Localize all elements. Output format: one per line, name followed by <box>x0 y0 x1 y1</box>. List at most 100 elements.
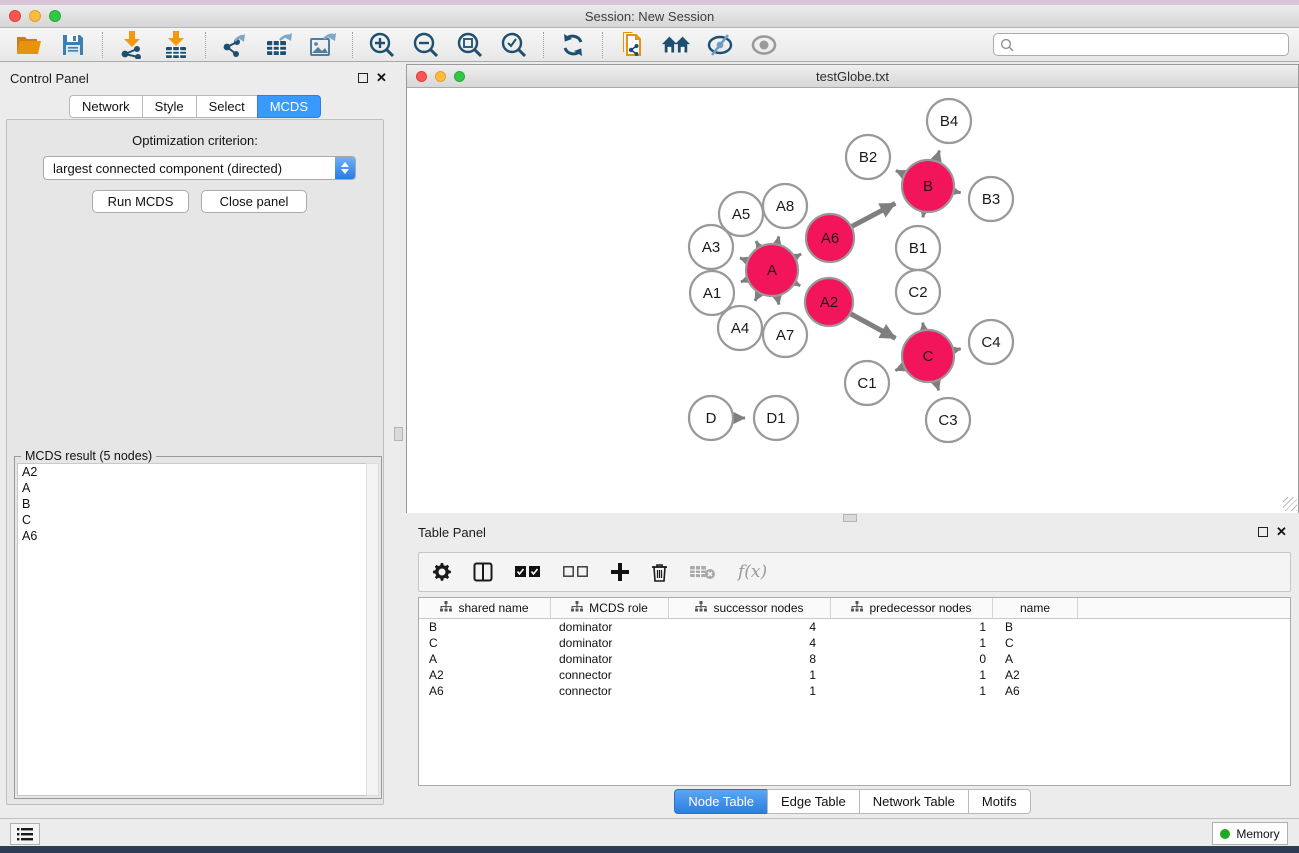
table-row[interactable]: A2connector11A2 <box>419 667 1290 683</box>
node-C3[interactable]: C3 <box>926 398 970 442</box>
import-table-icon[interactable] <box>161 31 191 59</box>
mcds-result-item[interactable]: C <box>18 512 366 528</box>
node-A1[interactable]: A1 <box>690 271 734 315</box>
table-cell[interactable]: A2 <box>993 668 1078 682</box>
column-header-shared-name[interactable]: shared name <box>419 598 551 618</box>
control-panel-float-icon[interactable] <box>358 73 368 83</box>
table-cell[interactable]: 1 <box>831 668 993 682</box>
node-A5[interactable]: A5 <box>719 192 763 236</box>
zoom-in-icon[interactable] <box>367 31 397 59</box>
table-tab-network-table[interactable]: Network Table <box>859 789 968 814</box>
network-window-titlebar[interactable]: testGlobe.txt <box>407 65 1298 88</box>
network-canvas[interactable]: ABCA6A2A1A3A4A5A7A8B1B2B3B4C1C2C3C4DD1 <box>407 89 1298 513</box>
zoom-fit-icon[interactable] <box>455 31 485 59</box>
export-table-icon[interactable] <box>264 31 294 59</box>
create-column-icon[interactable] <box>611 563 629 581</box>
save-session-icon[interactable] <box>58 31 88 59</box>
zoom-out-icon[interactable] <box>411 31 441 59</box>
control-tab-mcds[interactable]: MCDS <box>257 95 321 118</box>
node-C2[interactable]: C2 <box>896 270 940 314</box>
node-B4[interactable]: B4 <box>927 99 971 143</box>
table-panel-close-icon[interactable]: ✕ <box>1276 524 1287 540</box>
search-input[interactable] <box>1019 38 1282 52</box>
column-header-MCDS-role[interactable]: MCDS role <box>551 598 669 618</box>
table-cell[interactable]: dominator <box>551 620 669 634</box>
table-row[interactable]: Cdominator41C <box>419 635 1290 651</box>
show-graphics-details-icon[interactable] <box>749 31 779 59</box>
column-selector-icon[interactable] <box>473 562 493 582</box>
hide-annotations-icon[interactable] <box>705 31 735 59</box>
table-cell[interactable]: 1 <box>669 684 831 698</box>
table-cell[interactable]: 0 <box>831 652 993 666</box>
control-tab-style[interactable]: Style <box>142 95 196 118</box>
show-panels-button[interactable] <box>10 823 40 845</box>
memory-button[interactable]: Memory <box>1212 822 1288 845</box>
table-cell[interactable]: 1 <box>831 636 993 650</box>
node-B3[interactable]: B3 <box>969 177 1013 221</box>
mcds-result-item[interactable]: A <box>18 480 366 496</box>
table-cell[interactable]: A <box>993 652 1078 666</box>
node-D1[interactable]: D1 <box>754 396 798 440</box>
node-A8[interactable]: A8 <box>763 184 807 228</box>
table-row[interactable]: Bdominator41B <box>419 619 1290 635</box>
control-tab-network[interactable]: Network <box>69 95 142 118</box>
select-all-columns-icon[interactable] <box>515 566 541 578</box>
column-header-predecessor-nodes[interactable]: predecessor nodes <box>831 598 993 618</box>
table-tab-edge-table[interactable]: Edge Table <box>767 789 859 814</box>
mcds-result-item[interactable]: A6 <box>18 528 366 544</box>
unselect-all-columns-icon[interactable] <box>563 566 589 578</box>
table-cell[interactable]: 1 <box>669 668 831 682</box>
close-panel-button[interactable]: Close panel <box>201 190 307 213</box>
table-cell[interactable]: C <box>419 636 551 650</box>
table-cell[interactable]: B <box>419 620 551 634</box>
table-cell[interactable]: C <box>993 636 1078 650</box>
table-cell[interactable]: 1 <box>831 620 993 634</box>
mcds-result-item[interactable]: B <box>18 496 366 512</box>
export-network-icon[interactable] <box>220 31 250 59</box>
table-cell[interactable]: dominator <box>551 652 669 666</box>
search-box[interactable] <box>993 33 1289 56</box>
table-cell[interactable]: B <box>993 620 1078 634</box>
export-image-icon[interactable] <box>308 31 338 59</box>
node-C[interactable]: C <box>902 330 954 382</box>
node-B2[interactable]: B2 <box>846 135 890 179</box>
network-from-selection-icon[interactable] <box>617 31 647 59</box>
table-row[interactable]: A6connector11A6 <box>419 683 1290 699</box>
table-cell[interactable]: 8 <box>669 652 831 666</box>
mcds-result-scrollbar[interactable] <box>366 463 379 796</box>
table-cell[interactable]: A6 <box>993 684 1078 698</box>
node-D[interactable]: D <box>689 396 733 440</box>
table-cell[interactable]: connector <box>551 668 669 682</box>
table-cell[interactable]: connector <box>551 684 669 698</box>
mcds-result-list[interactable]: A2ABCA6 <box>17 463 367 796</box>
network-resize-grip[interactable] <box>1283 497 1297 511</box>
control-tab-select[interactable]: Select <box>196 95 257 118</box>
node-A7[interactable]: A7 <box>763 313 807 357</box>
refresh-icon[interactable] <box>558 31 588 59</box>
table-cell[interactable]: A6 <box>419 684 551 698</box>
criterion-dropdown[interactable]: largest connected component (directed) <box>43 156 356 180</box>
table-panel-float-icon[interactable] <box>1258 527 1268 537</box>
table-cell[interactable]: dominator <box>551 636 669 650</box>
column-header-successor-nodes[interactable]: successor nodes <box>669 598 831 618</box>
node-A[interactable]: A <box>746 244 798 296</box>
mcds-result-item[interactable]: A2 <box>18 464 366 480</box>
table-cell[interactable]: A <box>419 652 551 666</box>
table-tab-node-table[interactable]: Node Table <box>674 789 767 814</box>
node-C4[interactable]: C4 <box>969 320 1013 364</box>
horizontal-split-handle[interactable] <box>843 514 857 522</box>
zoom-selected-icon[interactable] <box>499 31 529 59</box>
table-settings-gear-icon[interactable] <box>433 563 451 581</box>
column-header-name[interactable]: name <box>993 598 1078 618</box>
table-cell[interactable]: A2 <box>419 668 551 682</box>
table-cell[interactable]: 1 <box>831 684 993 698</box>
cybrowser-home-icon[interactable] <box>661 31 691 59</box>
node-C1[interactable]: C1 <box>845 361 889 405</box>
import-network-icon[interactable] <box>117 31 147 59</box>
delete-column-icon[interactable] <box>651 563 668 582</box>
table-row[interactable]: Adominator80A <box>419 651 1290 667</box>
node-A6[interactable]: A6 <box>806 214 854 262</box>
table-tab-motifs[interactable]: Motifs <box>968 789 1031 814</box>
table-cell[interactable]: 4 <box>669 620 831 634</box>
node-B1[interactable]: B1 <box>896 226 940 270</box>
